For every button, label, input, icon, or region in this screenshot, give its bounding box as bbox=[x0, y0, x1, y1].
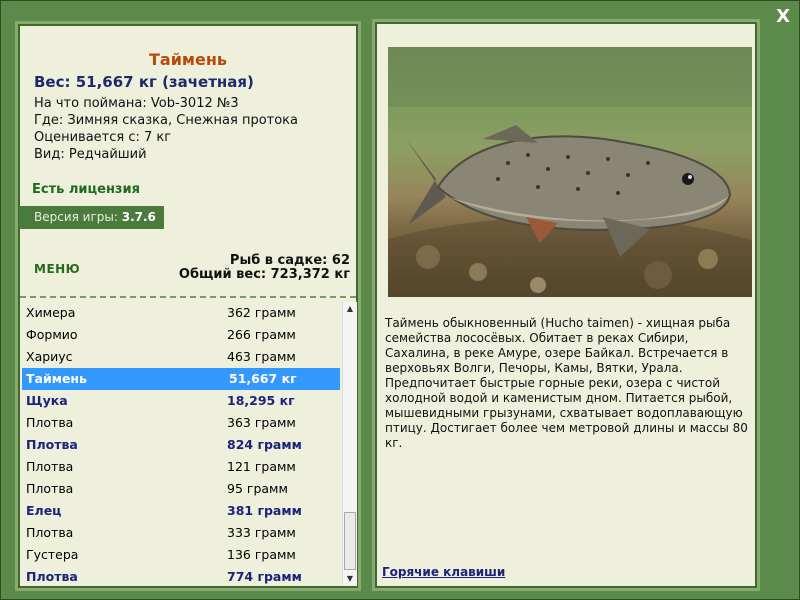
list-item[interactable]: Плотва 121 грамм bbox=[20, 456, 342, 478]
fish-weight-value: 333 грамм bbox=[227, 525, 296, 540]
scroll-thumb[interactable] bbox=[344, 512, 356, 570]
fish-photo bbox=[388, 47, 752, 297]
divider bbox=[20, 296, 356, 298]
fish-weight-value: 51,667 кг bbox=[229, 371, 297, 386]
fish-name: Плотва bbox=[26, 437, 78, 452]
fish-name: Щука bbox=[26, 393, 68, 408]
list-item[interactable]: Елец 381 грамм bbox=[20, 500, 342, 522]
scroll-down-icon[interactable]: ▼ bbox=[343, 572, 357, 586]
fish-name: Густера bbox=[26, 547, 79, 562]
close-button[interactable]: X bbox=[776, 6, 790, 27]
taimen-fish-illustration bbox=[388, 47, 752, 297]
fish-weight-value: 381 грамм bbox=[227, 503, 302, 518]
fish-weight: Вес: 51,667 кг (зачетная) bbox=[34, 73, 254, 91]
hotkeys-link[interactable]: Горячие клавиши bbox=[382, 565, 505, 579]
list-item[interactable]: Плотва 95 грамм bbox=[20, 478, 342, 500]
fish-name: Плотва bbox=[26, 569, 78, 584]
fish-weight-value: 362 грамм bbox=[227, 305, 296, 320]
list-item[interactable]: Щука 18,295 кг bbox=[20, 390, 342, 412]
fish-weight-value: 463 грамм bbox=[227, 349, 296, 364]
fish-name: Хариус bbox=[26, 349, 73, 364]
fish-count: Рыб в садке: 62 bbox=[229, 253, 350, 268]
list-item[interactable]: Хариус 463 грамм bbox=[20, 346, 342, 368]
fish-weight-value: 136 грамм bbox=[227, 547, 296, 562]
fish-weight-value: 121 грамм bbox=[227, 459, 296, 474]
fish-description: Таймень обыкновенный (Hucho taimen) - хи… bbox=[385, 316, 748, 450]
version-label: Версия игры: bbox=[34, 210, 118, 224]
list-item[interactable]: Плотва 363 грамм bbox=[20, 412, 342, 434]
fish-weight-value: 824 грамм bbox=[227, 437, 302, 452]
fish-name: Плотва bbox=[26, 481, 74, 496]
location-text: Где: Зимняя сказка, Снежная протока bbox=[34, 113, 299, 128]
list-item[interactable]: Формио 266 грамм bbox=[20, 324, 342, 346]
list-item[interactable]: Плотва 774 грамм bbox=[20, 566, 342, 588]
fish-name: Плотва bbox=[26, 525, 74, 540]
fish-title: Таймень bbox=[148, 50, 228, 69]
menu-button[interactable]: МЕНЮ bbox=[34, 262, 80, 276]
keepnet-stats: Рыб в садке: 62 Общий вес: 723,372 кг bbox=[179, 254, 350, 282]
total-weight: Общий вес: 723,372 кг bbox=[178, 267, 350, 282]
list-item[interactable]: Плотва 333 грамм bbox=[20, 522, 342, 544]
version-value: 3.7.6 bbox=[121, 210, 156, 224]
fish-name: Таймень bbox=[26, 371, 87, 386]
fish-name: Плотва bbox=[26, 415, 74, 430]
valued-from-text: Оценивается с: 7 кг bbox=[34, 130, 172, 145]
caught-on-text: На что поймана: Vob-3012 №3 bbox=[34, 96, 239, 111]
fish-name: Плотва bbox=[26, 459, 74, 474]
fish-details-panel: Таймень обыкновенный (Hucho taimen) - хи… bbox=[375, 22, 757, 588]
list-scrollbar[interactable]: ▲ ▼ bbox=[342, 302, 357, 586]
fish-weight-value: 774 грамм bbox=[227, 569, 302, 584]
catch-info-panel: Таймень Вес: 51,667 кг (зачетная) На что… bbox=[18, 24, 358, 588]
list-item[interactable]: Таймень 51,667 кг bbox=[22, 368, 340, 390]
scroll-up-icon[interactable]: ▲ bbox=[343, 302, 357, 316]
version-bar: Версия игры: 3.7.6 bbox=[19, 206, 164, 229]
fish-name: Елец bbox=[26, 503, 62, 518]
list-item[interactable]: Плотва 824 грамм bbox=[20, 434, 342, 456]
fish-weight-value: 363 грамм bbox=[227, 415, 296, 430]
fish-weight-value: 266 грамм bbox=[227, 327, 296, 342]
list-item[interactable]: Густера 136 грамм bbox=[20, 544, 342, 566]
fish-list[interactable]: Химера 362 грамм Формио 266 грамм Хариус 463 … bbox=[20, 302, 342, 588]
fish-weight-value: 95 грамм bbox=[227, 481, 288, 496]
license-status: Есть лицензия bbox=[32, 182, 140, 197]
rarity-text: Вид: Редчайший bbox=[34, 147, 147, 162]
fish-name: Химера bbox=[26, 305, 76, 320]
list-item[interactable]: Химера 362 грамм bbox=[20, 302, 342, 324]
fish-weight-value: 18,295 кг bbox=[227, 393, 295, 408]
fish-name: Формио bbox=[26, 327, 78, 342]
